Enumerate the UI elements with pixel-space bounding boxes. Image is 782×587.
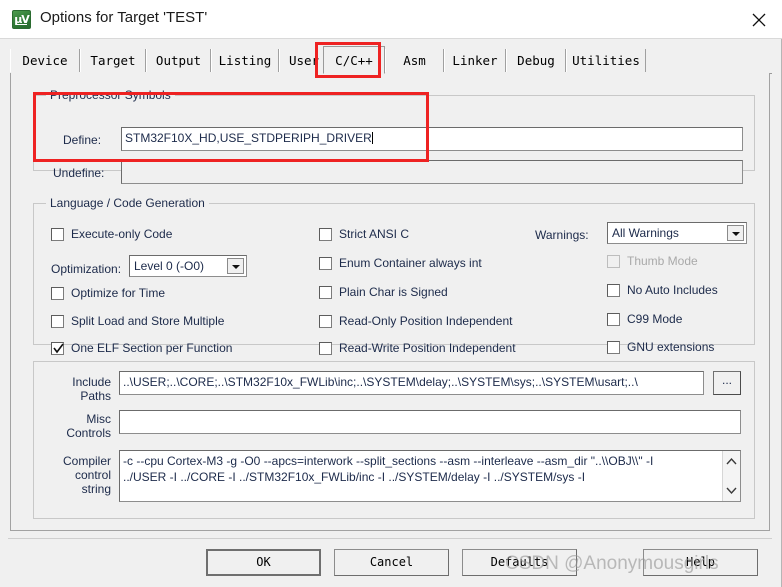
checkbox-box bbox=[607, 255, 620, 268]
include-paths-label-line1: Include bbox=[72, 375, 111, 389]
checkbox-label: No Auto Includes bbox=[627, 283, 718, 297]
define-input[interactable]: STM32F10X_HD,USE_STDPERIPH_DRIVER bbox=[121, 127, 743, 151]
warnings-label: Warnings: bbox=[535, 228, 589, 242]
include-paths-browse-button[interactable]: ... bbox=[713, 371, 741, 395]
checkbox-label: Strict ANSI C bbox=[339, 227, 410, 241]
window-title: Options for Target 'TEST' bbox=[40, 9, 208, 26]
checkbox-label: Enum Container always int bbox=[339, 256, 482, 270]
compiler-control-line2: ../USER -I ../CORE -I ../STM32F10x_FWLib… bbox=[123, 470, 586, 484]
tab-listing[interactable]: Listing bbox=[211, 49, 279, 72]
checkbox-label: GNU extensions bbox=[627, 340, 715, 354]
ok-button[interactable]: OK bbox=[206, 549, 321, 576]
tab-linker[interactable]: Linker bbox=[444, 49, 506, 72]
chevron-up-icon[interactable] bbox=[726, 457, 737, 468]
checkbox-label: Read-Only Position Independent bbox=[339, 314, 513, 328]
tab-strip: Device Target Output Listing User C/C++ … bbox=[10, 46, 772, 74]
define-value: STM32F10X_HD,USE_STDPERIPH_DRIVER bbox=[125, 131, 372, 145]
chevron-down-icon[interactable] bbox=[726, 484, 737, 495]
compiler-control-line1: -c --cpu Cortex-M3 -g -O0 --apcs=interwo… bbox=[123, 454, 654, 468]
checkbox-label: One ELF Section per Function bbox=[71, 341, 233, 355]
checkbox-box[interactable] bbox=[51, 228, 64, 241]
include-paths-input[interactable]: ..\USER;..\CORE;..\STM32F10x_FWLib\inc;.… bbox=[119, 371, 704, 395]
compiler-control-label-line2: control bbox=[74, 468, 111, 482]
compiler-control-string-box[interactable]: -c --cpu Cortex-M3 -g -O0 --apcs=interwo… bbox=[119, 450, 741, 502]
checkbox-box[interactable] bbox=[319, 257, 332, 270]
checkbox-label: C99 Mode bbox=[627, 312, 683, 326]
compiler-control-label-line3: string bbox=[81, 482, 111, 496]
checkbox-label: Read-Write Position Independent bbox=[339, 341, 516, 355]
checkbox-label: Thumb Mode bbox=[627, 254, 698, 268]
checkbox-box[interactable] bbox=[51, 342, 64, 355]
checkbox-box[interactable] bbox=[607, 341, 620, 354]
language-group-label: Language / Code Generation bbox=[46, 196, 209, 210]
checkbox-box[interactable] bbox=[607, 284, 620, 297]
tab-target[interactable]: Target bbox=[80, 49, 146, 72]
close-icon[interactable] bbox=[736, 0, 782, 37]
tab-page-c-cpp: Preprocessor Symbols Define: STM32F10X_H… bbox=[10, 73, 770, 531]
tab-user[interactable]: User bbox=[279, 49, 329, 72]
undefine-label: Undefine: bbox=[53, 166, 105, 180]
checkbox-label: Split Load and Store Multiple bbox=[71, 314, 225, 328]
title-bar: µV Options for Target 'TEST' bbox=[0, 0, 782, 39]
tab-debug[interactable]: Debug bbox=[506, 49, 566, 72]
checkbox-box[interactable] bbox=[319, 315, 332, 328]
compiler-control-label-line1: Compiler bbox=[62, 454, 111, 468]
optimization-label: Optimization: bbox=[51, 262, 122, 276]
tab-utilities[interactable]: Utilities bbox=[566, 49, 646, 72]
tab-device[interactable]: Device bbox=[10, 49, 80, 72]
misc-controls-label-line1: Misc bbox=[86, 412, 111, 426]
define-label: Define: bbox=[63, 133, 102, 147]
checkbox-box[interactable] bbox=[319, 286, 332, 299]
options-dialog: µV Options for Target 'TEST' Device Targ… bbox=[0, 0, 782, 587]
checkbox-box[interactable] bbox=[319, 228, 332, 241]
misc-controls-input[interactable] bbox=[119, 410, 741, 434]
optimization-value: Level 0 (-O0) bbox=[134, 259, 205, 273]
compiler-control-scrollbar[interactable] bbox=[722, 451, 740, 501]
chevron-down-icon[interactable] bbox=[227, 258, 244, 274]
defaults-button[interactable]: Defaults bbox=[462, 549, 577, 576]
undefine-input[interactable] bbox=[121, 160, 743, 184]
help-button[interactable]: Help bbox=[643, 549, 758, 576]
checkbox-label: Optimize for Time bbox=[71, 286, 166, 300]
warnings-select[interactable]: All Warnings bbox=[607, 222, 747, 244]
button-bar-divider bbox=[8, 538, 772, 539]
checkbox-box[interactable] bbox=[51, 287, 64, 300]
warnings-value: All Warnings bbox=[612, 226, 679, 240]
checkbox-box[interactable] bbox=[319, 342, 332, 355]
include-paths-label-line2: Paths bbox=[80, 389, 111, 403]
check-icon bbox=[53, 343, 64, 354]
tab-output[interactable]: Output bbox=[146, 49, 211, 72]
preprocessor-group-label: Preprocessor Symbols bbox=[46, 88, 175, 102]
tab-c-cpp[interactable]: C/C++ bbox=[323, 46, 385, 74]
optimization-select[interactable]: Level 0 (-O0) bbox=[129, 255, 247, 277]
cancel-button[interactable]: Cancel bbox=[334, 549, 449, 576]
uvision-icon: µV bbox=[12, 10, 31, 29]
checkbox-box[interactable] bbox=[607, 313, 620, 326]
button-bar: OK Cancel Defaults Help bbox=[0, 540, 782, 587]
misc-controls-label-line2: Controls bbox=[66, 426, 111, 440]
checkbox-box[interactable] bbox=[51, 315, 64, 328]
checkbox-label: Execute-only Code bbox=[71, 227, 173, 241]
checkbox-label: Plain Char is Signed bbox=[339, 285, 448, 299]
chevron-down-icon[interactable] bbox=[727, 225, 744, 241]
tab-asm[interactable]: Asm bbox=[385, 49, 444, 72]
